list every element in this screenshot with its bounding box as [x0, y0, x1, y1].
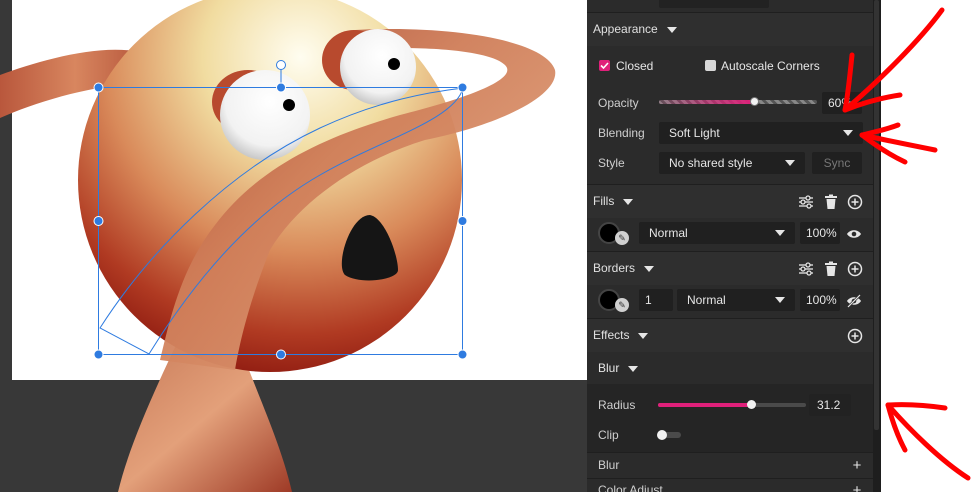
annotation-overlay	[842, 7, 971, 481]
